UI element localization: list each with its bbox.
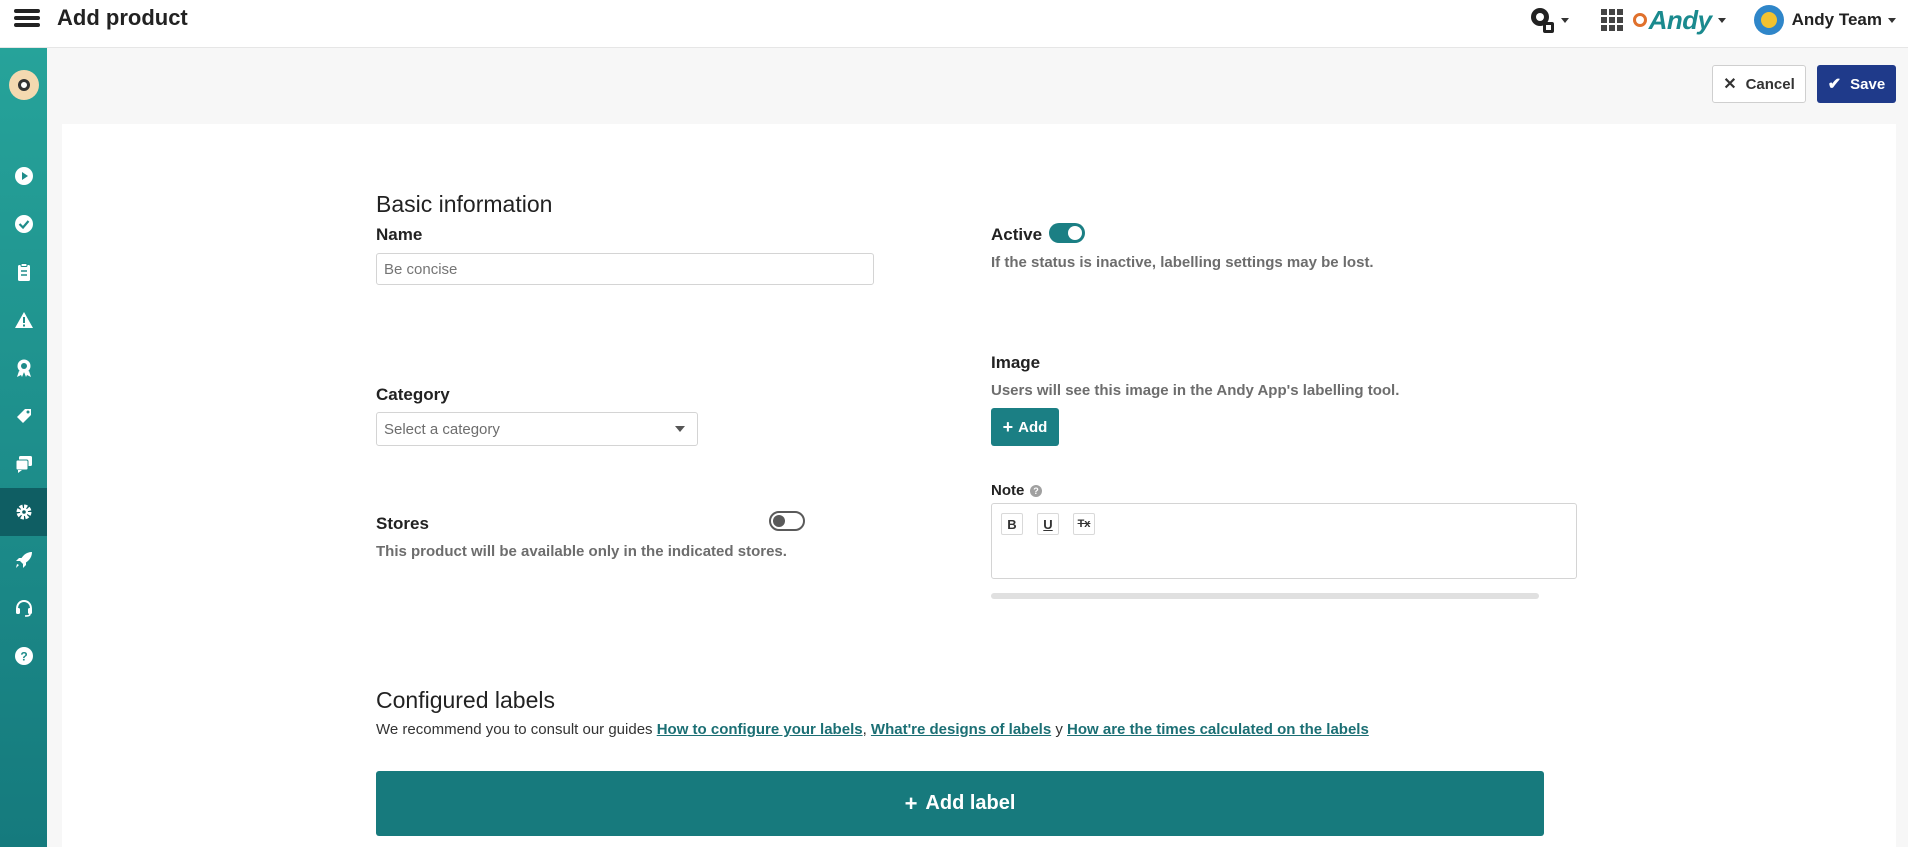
brand-dropdown[interactable]: Andy	[1632, 4, 1726, 36]
sidebar-item-launch[interactable]	[0, 536, 47, 584]
rocket-icon	[15, 552, 32, 568]
guide-link-designs[interactable]: What're designs of labels	[871, 721, 1051, 738]
location-dropdown[interactable]	[1527, 5, 1569, 35]
image-label: Image	[991, 353, 1041, 372]
chevron-down-icon	[1888, 17, 1896, 23]
app-logo-icon[interactable]	[9, 70, 39, 100]
name-label: Name	[376, 225, 423, 244]
check-icon	[14, 215, 33, 233]
sidebar-item-settings[interactable]	[0, 488, 47, 536]
chat-icon	[15, 456, 32, 473]
chevron-down-icon	[1560, 17, 1569, 23]
info-icon[interactable]: ?	[1030, 485, 1042, 497]
guides-text: We recommend you to consult our guides H…	[376, 721, 1369, 738]
stores-toggle[interactable]	[769, 511, 805, 531]
active-toggle[interactable]	[1049, 223, 1085, 243]
stores-help-text: This product will be available only in t…	[376, 543, 787, 560]
apps-grid-button[interactable]	[1600, 9, 1623, 31]
clear-format-button[interactable]: Tx	[1073, 513, 1095, 535]
sidebar-item-awards[interactable]	[0, 344, 47, 392]
stores-label: Stores	[376, 514, 429, 533]
brand-logo: Andy	[1648, 4, 1713, 35]
editor-scrollbar[interactable]	[991, 593, 1539, 599]
close-icon: ✕	[1723, 76, 1737, 93]
sidebar-item-labels[interactable]	[0, 392, 47, 440]
brand-eye-icon	[1632, 13, 1647, 27]
award-icon	[16, 359, 31, 377]
guides-intro: We recommend you to consult our guides	[376, 721, 653, 738]
top-bar: Add product Andy Andy Team	[0, 0, 1908, 48]
guide-link-configure[interactable]: How to configure your labels	[657, 721, 863, 738]
sidebar-item-clipboard[interactable]	[0, 248, 47, 296]
cancel-button[interactable]: ✕ Cancel	[1712, 65, 1806, 103]
category-label: Category	[376, 385, 450, 404]
sidebar-item-messages[interactable]	[0, 440, 47, 488]
plus-icon: +	[1002, 416, 1014, 437]
avatar	[1753, 5, 1784, 35]
guide-link-times[interactable]: How are the times calculated on the labe…	[1067, 721, 1369, 738]
sidebar-item-play[interactable]	[0, 152, 47, 200]
category-select[interactable]: Select a category	[376, 412, 698, 446]
active-label: Active	[991, 225, 1043, 244]
warning-icon	[14, 312, 33, 328]
sidebar: ?	[0, 48, 47, 847]
note-label: Note	[991, 482, 1025, 499]
headset-icon	[15, 599, 32, 617]
svg-text:?: ?	[20, 650, 27, 664]
location-key-icon	[1530, 8, 1554, 33]
chevron-down-icon	[1717, 17, 1726, 23]
configured-labels-heading: Configured labels	[376, 687, 556, 713]
page-title: Add product	[57, 5, 188, 30]
sidebar-item-help[interactable]: ?	[0, 632, 47, 680]
bold-button[interactable]: B	[1001, 513, 1023, 535]
guides-conjunction: y	[1055, 721, 1063, 738]
menu-icon[interactable]	[14, 6, 40, 32]
help-icon: ?	[14, 647, 33, 665]
note-editor[interactable]: B U Tx	[991, 503, 1577, 579]
add-image-label: Add	[1018, 418, 1048, 436]
sidebar-item-alerts[interactable]	[0, 296, 47, 344]
cancel-button-label: Cancel	[1745, 75, 1795, 93]
user-menu[interactable]: Andy Team	[1753, 5, 1896, 35]
save-button[interactable]: ✔ Save	[1817, 65, 1896, 103]
name-input[interactable]	[376, 253, 874, 285]
category-select-value: Select a category	[384, 420, 500, 438]
form-card	[62, 124, 1896, 847]
grid-icon	[1600, 9, 1623, 31]
plus-icon: +	[904, 790, 918, 816]
chevron-down-icon	[675, 426, 685, 432]
save-button-label: Save	[1850, 75, 1886, 93]
add-label-text: Add label	[925, 792, 1016, 814]
basic-info-heading: Basic information	[376, 191, 553, 217]
team-name: Andy Team	[1791, 10, 1882, 29]
add-image-button[interactable]: + Add	[991, 408, 1059, 446]
guides-separator: ,	[862, 721, 867, 738]
gear-icon	[16, 504, 31, 520]
top-bar-right: Andy Andy Team	[1527, 0, 1908, 40]
check-icon: ✔	[1827, 76, 1842, 93]
tag-icon	[16, 409, 31, 423]
active-help-text: If the status is inactive, labelling set…	[991, 254, 1374, 271]
add-label-button[interactable]: + Add label	[376, 771, 1544, 836]
play-icon	[14, 167, 33, 185]
image-help-text: Users will see this image in the Andy Ap…	[991, 382, 1400, 399]
sidebar-item-support[interactable]	[0, 584, 47, 632]
clipboard-icon	[17, 263, 30, 281]
underline-button[interactable]: U	[1037, 513, 1059, 535]
sidebar-item-check[interactable]	[0, 200, 47, 248]
